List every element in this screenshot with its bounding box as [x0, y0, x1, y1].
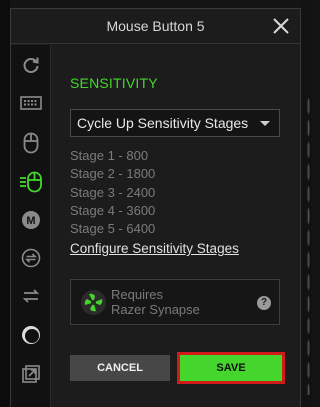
dialog-title: Mouse Button 5: [106, 18, 205, 34]
dropdown-value: Cycle Up Sensitivity Stages: [77, 115, 249, 131]
launch-program-icon: [22, 365, 40, 383]
sidebar-item-chroma[interactable]: [11, 317, 51, 353]
switch-profile-icon: [21, 248, 41, 268]
sidebar-item-sensitivity[interactable]: [11, 164, 51, 200]
chevron-down-icon: [260, 121, 270, 126]
sidebar-item-switch-profile[interactable]: [11, 240, 51, 276]
configure-stages-link[interactable]: Configure Sensitivity Stages: [70, 241, 239, 256]
list-item: Stage 4 - 3600: [70, 202, 156, 218]
macro-icon: M: [22, 211, 40, 229]
help-icon[interactable]: ?: [257, 296, 271, 310]
background-left: [0, 0, 10, 407]
mouse-button-dialog: Mouse Button 5 M SENSITIVITY Cycle Up Se…: [10, 8, 301, 407]
synapse-notice: Requires Razer Synapse ?: [70, 279, 280, 325]
razer-logo-icon: [81, 290, 106, 315]
synapse-notice-text: Requires Razer Synapse: [111, 287, 200, 317]
sidebar-item-macro[interactable]: M: [11, 202, 51, 238]
sidebar-item-keyboard[interactable]: [11, 85, 51, 121]
mouse-icon: [23, 132, 39, 154]
main-content: SENSITIVITY Cycle Up Sensitivity Stages …: [52, 45, 300, 407]
swap-icon: [22, 289, 40, 303]
close-button[interactable]: [270, 15, 292, 37]
sidebar-item-mouse[interactable]: [11, 125, 51, 161]
background-dots: [307, 95, 310, 395]
svg-text:M: M: [26, 215, 35, 227]
sidebar-item-launch-program[interactable]: [11, 356, 51, 392]
sidebar-item-swap[interactable]: [11, 278, 51, 314]
sidebar: M: [11, 45, 51, 407]
refresh-icon: [23, 57, 39, 73]
list-item: Stage 2 - 1800: [70, 166, 156, 182]
list-item: Stage 1 - 800: [70, 148, 149, 163]
sensitivity-icon: [20, 171, 42, 193]
close-icon: [273, 18, 289, 34]
synapse-line-2: Razer Synapse: [111, 302, 200, 317]
keyboard-icon: [20, 96, 42, 110]
title-bar: Mouse Button 5: [11, 9, 300, 44]
section-title: SENSITIVITY: [70, 75, 158, 91]
action-dropdown[interactable]: Cycle Up Sensitivity Stages: [70, 109, 280, 137]
chroma-icon: [22, 326, 40, 344]
save-button[interactable]: SAVE: [177, 352, 285, 384]
synapse-line-1: Requires: [111, 287, 164, 302]
cancel-button[interactable]: CANCEL: [70, 355, 170, 381]
list-item: Stage 3 - 2400: [70, 184, 156, 200]
sidebar-item-default[interactable]: [11, 47, 51, 83]
stage-list: Stage 1 - 800 Stage 2 - 1800 Stage 3 - 2…: [70, 147, 155, 238]
list-item: Stage 5 - 6400: [70, 221, 156, 237]
